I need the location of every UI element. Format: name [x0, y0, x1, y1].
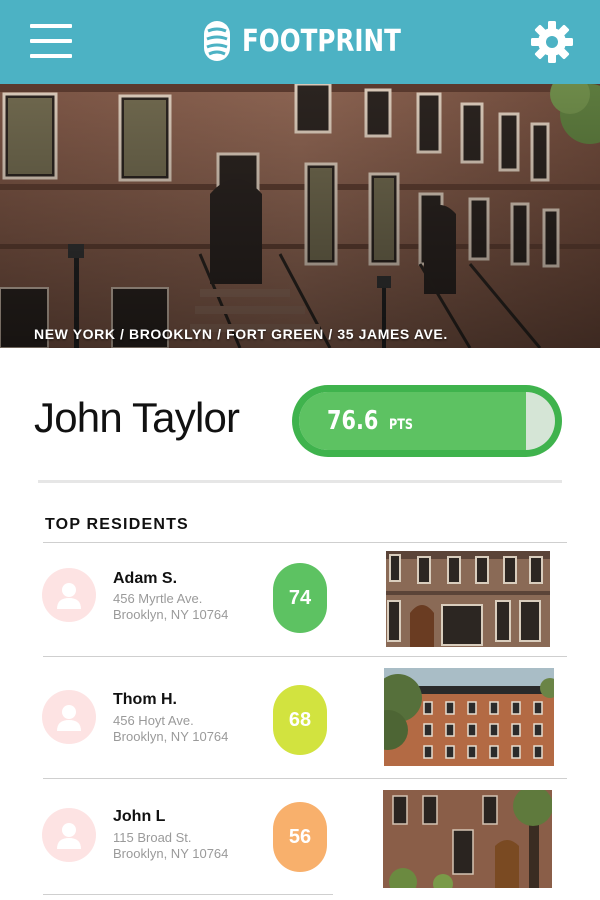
residence-photo	[384, 668, 554, 766]
score-badge: 68	[273, 685, 327, 755]
score-badge: 74	[273, 563, 327, 633]
resident-city: Brooklyn, NY 10764	[113, 846, 229, 861]
resident-row[interactable]: John L 115 Broad St. Brooklyn, NY 10764 …	[0, 779, 600, 899]
resident-name: Thom H.	[113, 691, 177, 708]
resident-city: Brooklyn, NY 10764	[113, 607, 229, 622]
user-icon	[42, 808, 96, 862]
gear-icon[interactable]	[530, 20, 574, 64]
hero-street-photo	[0, 84, 600, 348]
list-divider	[43, 894, 333, 895]
resident-city: Brooklyn, NY 10764	[113, 729, 229, 744]
score-value: 76.6	[327, 406, 379, 436]
brand[interactable]: FOOTPRINT	[202, 18, 436, 64]
location-breadcrumb[interactable]: NEW YORK / BROOKLYN / FORT GREEN / 35 JA…	[34, 326, 448, 342]
section-title: TOP RESIDENTS	[45, 516, 189, 533]
score-meter: 76.6 PTS	[292, 385, 562, 457]
resident-name: Adam S.	[113, 570, 178, 587]
hamburger-menu-icon[interactable]	[30, 24, 72, 58]
app-header: FOOTPRINT	[0, 0, 600, 84]
residence-photo	[386, 551, 550, 647]
score-badge: 56	[273, 802, 327, 872]
score-unit: PTS	[388, 417, 413, 433]
score-track: 76.6 PTS	[299, 392, 555, 450]
resident-street: 456 Hoyt Ave.	[113, 713, 194, 728]
user-icon	[42, 690, 96, 744]
resident-street: 456 Myrtle Ave.	[113, 591, 203, 606]
footprint-logo-icon	[204, 21, 230, 61]
app-name: FOOTPRINT	[242, 23, 401, 59]
user-icon	[42, 568, 96, 622]
resident-street: 115 Broad St.	[113, 830, 192, 845]
section-divider	[38, 480, 562, 483]
resident-name: John L	[113, 808, 166, 825]
resident-row[interactable]: Thom H. 456 Hoyt Ave. Brooklyn, NY 10764…	[0, 657, 600, 777]
profile-name: John Taylor	[34, 394, 240, 441]
residence-photo	[383, 790, 552, 888]
score-label: 76.6 PTS	[327, 392, 419, 450]
resident-row[interactable]: Adam S. 456 Myrtle Ave. Brooklyn, NY 107…	[0, 543, 600, 663]
